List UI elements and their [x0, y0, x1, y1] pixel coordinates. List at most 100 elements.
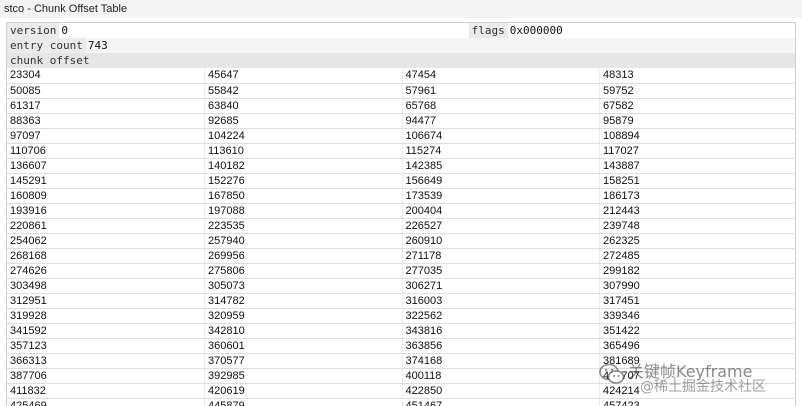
entry-count-row: entry count 743 [7, 38, 795, 53]
offset-cell: 145291 [7, 173, 205, 189]
offset-cell: 108894 [599, 128, 795, 144]
offset-cell: 23304 [7, 68, 205, 84]
offset-cell: 451467 [402, 398, 600, 406]
offset-cell: 275806 [204, 263, 403, 279]
window-title-text: stco - Chunk Offset Table [4, 3, 128, 15]
offset-cell: 95879 [599, 113, 795, 129]
offset-cell: 158251 [599, 173, 795, 189]
offset-cell: 400118 [402, 368, 600, 384]
offset-cell: 342810 [204, 323, 403, 339]
offset-cell: 409707 [599, 368, 795, 384]
offset-cell: 268168 [7, 248, 205, 264]
offset-cell: 92685 [204, 113, 403, 129]
offset-cell: 277035 [402, 263, 600, 279]
chunk-offset-table-body: 23304 45647 47454 48313 50085 55842 57961 59752… [7, 68, 795, 406]
table-row: 193916 197088 200404 212443 [7, 203, 795, 219]
offset-cell: 113610 [204, 143, 403, 159]
offset-cell: 48313 [599, 68, 795, 84]
offset-cell: 457423 [599, 398, 795, 406]
offset-cell: 387706 [7, 368, 205, 384]
offset-cell: 136607 [7, 158, 205, 174]
offset-cell: 142385 [402, 158, 600, 174]
offset-cell: 63840 [204, 98, 403, 114]
entry-count-row-shade [7, 38, 795, 53]
table-row: 274626 275806 277035 299182 [7, 263, 795, 279]
table-row: 220861 223535 226527 239748 [7, 218, 795, 234]
table-row: 268168 269956 271178 272485 [7, 248, 795, 264]
offset-cell: 305073 [204, 278, 403, 294]
offset-cell: 47454 [402, 68, 600, 84]
offset-cell: 339346 [599, 308, 795, 324]
table-row: 23304 45647 47454 48313 [7, 68, 795, 84]
offset-cell: 104224 [204, 128, 403, 144]
offset-cell: 365496 [599, 338, 795, 354]
offset-cell: 306271 [402, 278, 600, 294]
chunk-offset-table: 23304 45647 47454 48313 50085 55842 57961 59752… [7, 68, 795, 406]
offset-cell: 200404 [402, 203, 600, 219]
offset-cell: 260910 [402, 233, 600, 249]
table-row: 50085 55842 57961 59752 [7, 83, 795, 99]
offset-cell: 193916 [7, 203, 205, 219]
table-row: 88363 92685 94477 95879 [7, 113, 795, 129]
offset-cell: 110706 [7, 143, 205, 159]
version-value: 0 [61, 24, 68, 37]
offset-cell: 197088 [204, 203, 403, 219]
table-row: 319928 320959 322562 339346 [7, 308, 795, 324]
offset-cell: 50085 [7, 83, 205, 99]
offset-cell: 59752 [599, 83, 795, 99]
offset-cell: 351422 [599, 323, 795, 339]
offset-cell: 445879 [204, 398, 403, 406]
offset-cell: 341592 [7, 323, 205, 339]
table-row: 254062 257940 260910 262325 [7, 233, 795, 249]
chunk-offset-header: chunk offset [7, 53, 795, 68]
offset-cell: 115274 [402, 143, 600, 159]
offset-cell: 220861 [7, 218, 205, 234]
offset-cell: 65768 [402, 98, 600, 114]
offset-cell: 106674 [402, 128, 600, 144]
offset-cell: 117027 [599, 143, 795, 159]
offset-cell: 239748 [599, 218, 795, 234]
chunk-offset-label: chunk offset [10, 54, 90, 67]
offset-cell: 357123 [7, 338, 205, 354]
offset-cell: 61317 [7, 98, 205, 114]
offset-cell: 160809 [7, 188, 205, 204]
table-row: 411832 420619 422850 424214 [7, 383, 795, 399]
offset-cell: 307990 [599, 278, 795, 294]
offset-cell: 269956 [204, 248, 403, 264]
offset-cell: 97097 [7, 128, 205, 144]
offset-cell: 303498 [7, 278, 205, 294]
offset-cell: 363856 [402, 338, 600, 354]
offset-cell: 411832 [7, 383, 205, 399]
flags-value: 0x000000 [509, 24, 563, 37]
offset-cell: 55842 [204, 83, 403, 99]
offset-cell: 57961 [402, 83, 600, 99]
offset-cell: 186173 [599, 188, 795, 204]
offset-cell: 45647 [204, 68, 403, 84]
offset-cell: 316003 [402, 293, 600, 309]
offset-cell: 360601 [204, 338, 403, 354]
table-row: 387706 392985 400118 409707 [7, 368, 795, 384]
offset-cell: 374168 [402, 353, 600, 369]
window-title: stco - Chunk Offset Table [0, 0, 802, 18]
offset-cell: 212443 [599, 203, 795, 219]
offset-cell: 320959 [204, 308, 403, 324]
offset-cell: 366313 [7, 353, 205, 369]
offset-cell: 173539 [402, 188, 600, 204]
offset-cell: 420619 [204, 383, 403, 399]
table-row: 357123 360601 363856 365496 [7, 338, 795, 354]
offset-cell: 319928 [7, 308, 205, 324]
offset-cell: 312951 [7, 293, 205, 309]
offset-cell: 67582 [599, 98, 795, 114]
offset-cell: 274626 [7, 263, 205, 279]
offset-cell: 257940 [204, 233, 403, 249]
table-row: 341592 342810 343816 351422 [7, 323, 795, 339]
offset-cell: 422850 [402, 383, 600, 399]
table-row: 303498 305073 306271 307990 [7, 278, 795, 294]
table-row: 160809 167850 173539 186173 [7, 188, 795, 204]
offset-cell: 272485 [599, 248, 795, 264]
table-row: 312951 314782 316003 317451 [7, 293, 795, 309]
offset-cell: 94477 [402, 113, 600, 129]
entry-count-label: entry count [7, 38, 86, 53]
offset-cell: 140182 [204, 158, 403, 174]
chunk-offset-panel: version 0 flags 0x000000 entry count 743 ch… [6, 22, 796, 406]
